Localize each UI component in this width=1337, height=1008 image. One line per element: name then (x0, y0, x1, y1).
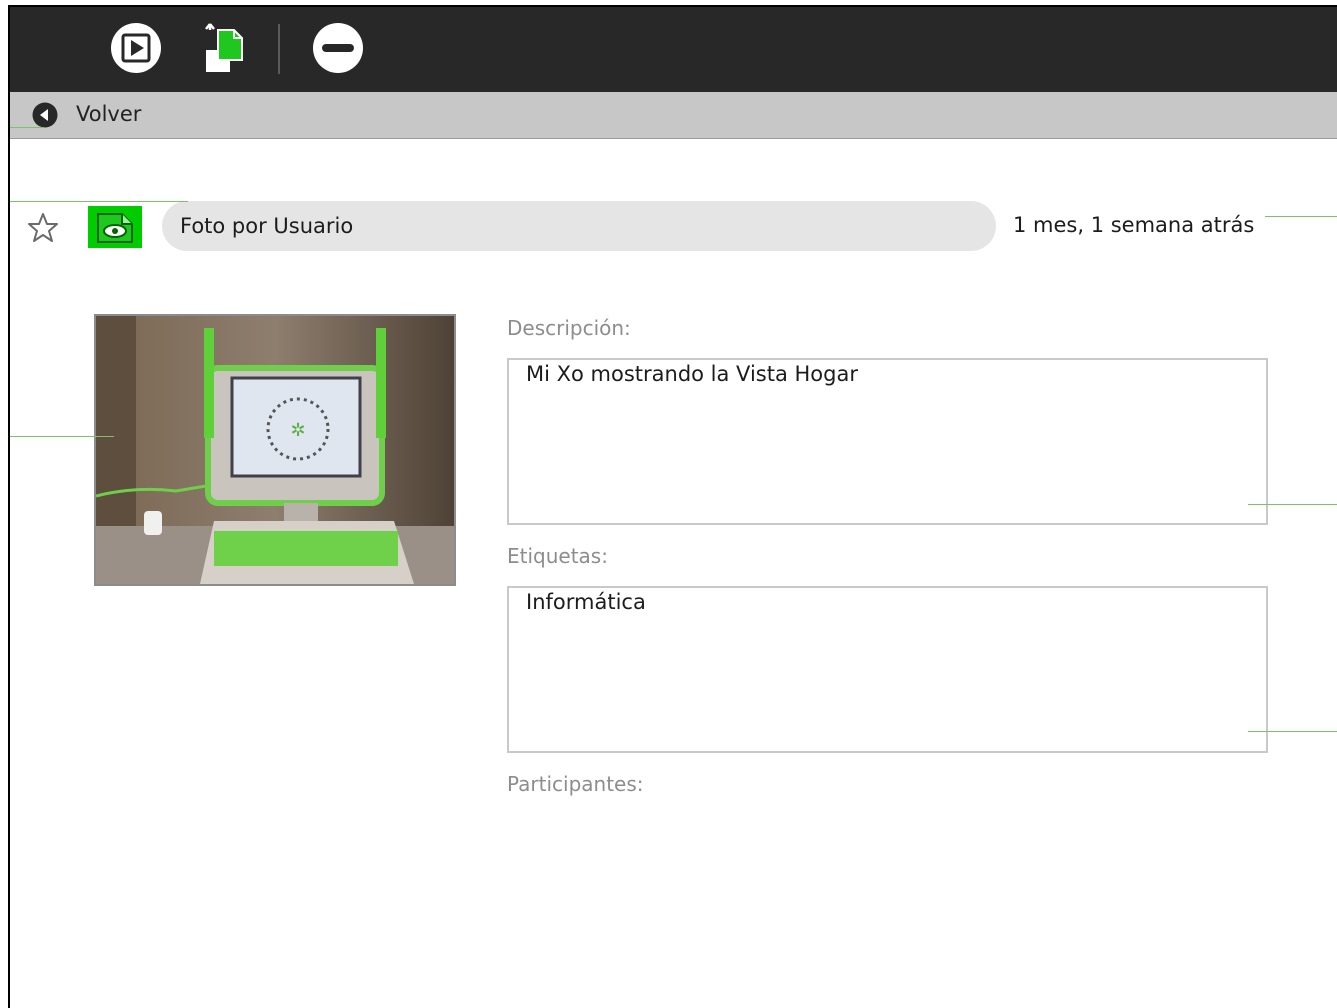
guide-line (1248, 731, 1337, 732)
tags-field[interactable]: Informática (507, 586, 1268, 753)
guide-line (10, 436, 114, 437)
laptop-photo: ✲ (96, 316, 454, 584)
back-label: Volver (76, 102, 142, 126)
guide-line (1265, 216, 1337, 217)
participants-label: Participantes: (507, 772, 644, 796)
copy-to-icon (205, 23, 243, 72)
guide-line (10, 201, 188, 202)
guide-line (10, 127, 44, 128)
description-field[interactable]: Mi Xo mostrando la Vista Hogar (507, 358, 1268, 525)
journal-detail-window: Volver Foto por Usuario 1 mes, 1 semana … (8, 5, 1337, 1008)
toolbar (10, 7, 1337, 92)
tags-label: Etiquetas: (507, 544, 608, 568)
toolbar-separator (278, 24, 280, 74)
star-icon[interactable] (26, 211, 60, 245)
svg-text:✲: ✲ (290, 420, 305, 441)
preview-image[interactable]: ✲ (94, 314, 456, 586)
activity-icon (88, 206, 142, 248)
back-button[interactable]: Volver (10, 92, 1337, 139)
description-label: Descripción: (507, 316, 631, 340)
title-entry[interactable]: Foto por Usuario (162, 201, 996, 251)
back-arrow-icon (32, 102, 58, 128)
date-label: 1 mes, 1 semana atrás (1013, 213, 1255, 237)
play-icon (111, 23, 161, 73)
erase-button[interactable] (312, 22, 364, 74)
copy-to-button[interactable] (200, 22, 252, 74)
resume-button[interactable] (110, 22, 162, 74)
guide-line (1248, 504, 1337, 505)
erase-icon (313, 23, 363, 73)
